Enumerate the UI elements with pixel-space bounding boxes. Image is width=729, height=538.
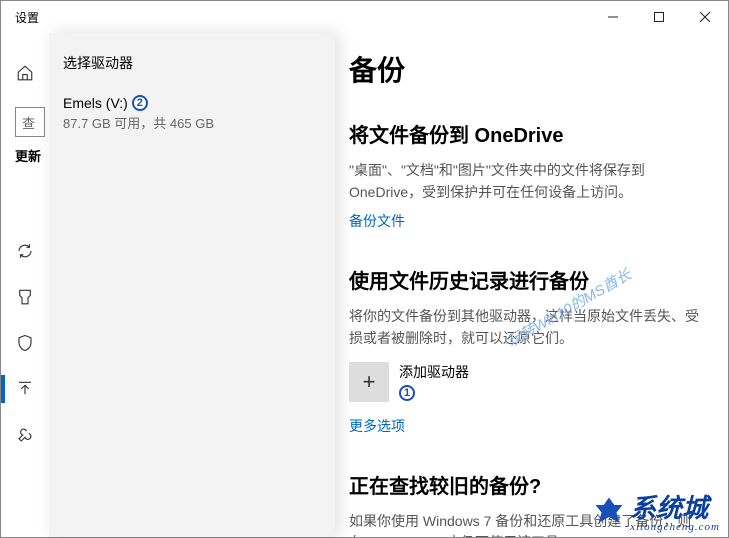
search-input-stub[interactable]: 查 bbox=[15, 107, 45, 137]
window-controls bbox=[590, 1, 728, 33]
file-history-desc: 将你的文件备份到其他驱动器，这样当原始文件丢失、受损或者被删除时，就可以还原它们… bbox=[349, 306, 704, 349]
drive-name: Emels (V:) bbox=[63, 95, 128, 111]
older-backup-desc: 如果你使用 Windows 7 备份和还原工具创建了备份，则在 Windows … bbox=[349, 511, 704, 537]
drive-name-row: Emels (V:) 2 bbox=[63, 95, 321, 111]
drive-capacity: 87.7 GB 可用，共 465 GB bbox=[63, 113, 321, 132]
onedrive-desc: "桌面"、"文档"和"图片"文件夹中的文件将保存到 OneDrive，受到保护并… bbox=[349, 160, 704, 203]
add-drive-row[interactable]: + 添加驱动器 1 bbox=[349, 362, 704, 402]
drive-option[interactable]: Emels (V:) 2 87.7 GB 可用，共 465 GB bbox=[63, 95, 321, 132]
maximize-button[interactable] bbox=[636, 1, 682, 33]
onedrive-section: 将文件备份到 OneDrive "桌面"、"文档"和"图片"文件夹中的文件将保存… bbox=[349, 119, 704, 231]
onedrive-heading: 将文件备份到 OneDrive bbox=[349, 119, 704, 148]
file-history-section: 使用文件历史记录进行备份 将你的文件备份到其他驱动器，这样当原始文件丢失、受损或… bbox=[349, 265, 704, 435]
drive-picker-heading: 选择驱动器 bbox=[63, 53, 321, 73]
window-title: 设置 bbox=[15, 9, 39, 26]
file-history-heading: 使用文件历史记录进行备份 bbox=[349, 265, 704, 294]
backup-icon[interactable] bbox=[1, 375, 49, 403]
minimize-button[interactable] bbox=[590, 1, 636, 33]
close-button[interactable] bbox=[682, 1, 728, 33]
older-backup-section: 正在查找较旧的备份? 如果你使用 Windows 7 备份和还原工具创建了备份，… bbox=[349, 470, 704, 537]
backup-files-link[interactable]: 备份文件 bbox=[349, 211, 405, 231]
titlebar: 设置 bbox=[1, 1, 728, 33]
page-title: 备份 bbox=[349, 49, 704, 89]
annotation-badge-1: 1 bbox=[399, 385, 415, 401]
sidebar-section-label: 更新 bbox=[1, 146, 49, 165]
older-backup-heading: 正在查找较旧的备份? bbox=[349, 470, 704, 499]
drive-picker-panel: 选择驱动器 Emels (V:) 2 87.7 GB 可用，共 465 GB bbox=[49, 33, 335, 537]
plus-icon: + bbox=[363, 369, 376, 395]
home-icon[interactable] bbox=[1, 59, 49, 87]
more-options-link[interactable]: 更多选项 bbox=[349, 416, 405, 436]
add-drive-label: 添加驱动器 bbox=[399, 363, 469, 383]
annotation-badge-2: 2 bbox=[132, 95, 148, 111]
selected-nav-indicator bbox=[1, 375, 5, 403]
security-icon[interactable] bbox=[1, 329, 49, 357]
add-drive-button[interactable]: + bbox=[349, 362, 389, 402]
sync-icon[interactable] bbox=[1, 237, 49, 265]
delivery-icon[interactable] bbox=[1, 283, 49, 311]
troubleshoot-icon[interactable] bbox=[1, 421, 49, 449]
add-drive-label-row: 添加驱动器 bbox=[399, 363, 469, 383]
main-content: 备份 将文件备份到 OneDrive "桌面"、"文档"和"图片"文件夹中的文件… bbox=[335, 33, 728, 537]
